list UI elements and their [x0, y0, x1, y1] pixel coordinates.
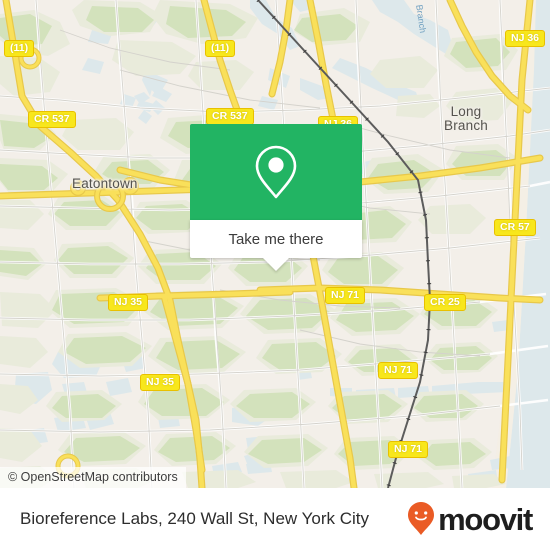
highway-shield: NJ 35 — [108, 294, 149, 311]
location-popup[interactable]: Take me there — [190, 124, 362, 271]
moovit-wordmark: moovit — [438, 501, 533, 537]
highway-shield: CR 57 — [494, 219, 536, 236]
highway-shield: (11) — [205, 40, 236, 57]
popup-tail — [263, 258, 289, 271]
map-screenshot: Eatontown Long Branch Branch (11) (11) C… — [0, 0, 550, 550]
take-me-there-label: Take me there — [228, 230, 324, 248]
place-label-eatontown: Eatontown — [72, 176, 138, 191]
highway-shield: NJ 35 — [140, 374, 181, 391]
location-title: Bioreference Labs, 240 Wall St, New York… — [20, 509, 369, 528]
place-label-line: Branch — [444, 118, 488, 133]
highway-shield: CR 25 — [424, 294, 466, 311]
place-label-long-branch: Long Branch — [444, 105, 488, 133]
popup-image — [190, 124, 362, 220]
map-pin-icon — [255, 145, 297, 199]
highway-shield: CR 537 — [206, 108, 254, 125]
highway-shield: CR 537 — [28, 111, 76, 128]
place-label-line: Long — [450, 104, 482, 119]
highway-shield: NJ 71 — [325, 287, 366, 304]
highway-shield: NJ 36 — [505, 30, 546, 47]
map-attribution[interactable]: © OpenStreetMap contributors — [0, 467, 186, 488]
popup-action-bar[interactable]: Take me there — [190, 220, 362, 258]
highway-shield: NJ 71 — [388, 441, 429, 458]
highway-shield: NJ 71 — [378, 362, 419, 379]
moovit-pin-smile-icon — [408, 502, 435, 535]
moovit-brand[interactable]: moovit — [407, 501, 533, 537]
footer-bar: Bioreference Labs, 240 Wall St, New York… — [0, 488, 550, 550]
highway-shield: (11) — [4, 40, 35, 57]
